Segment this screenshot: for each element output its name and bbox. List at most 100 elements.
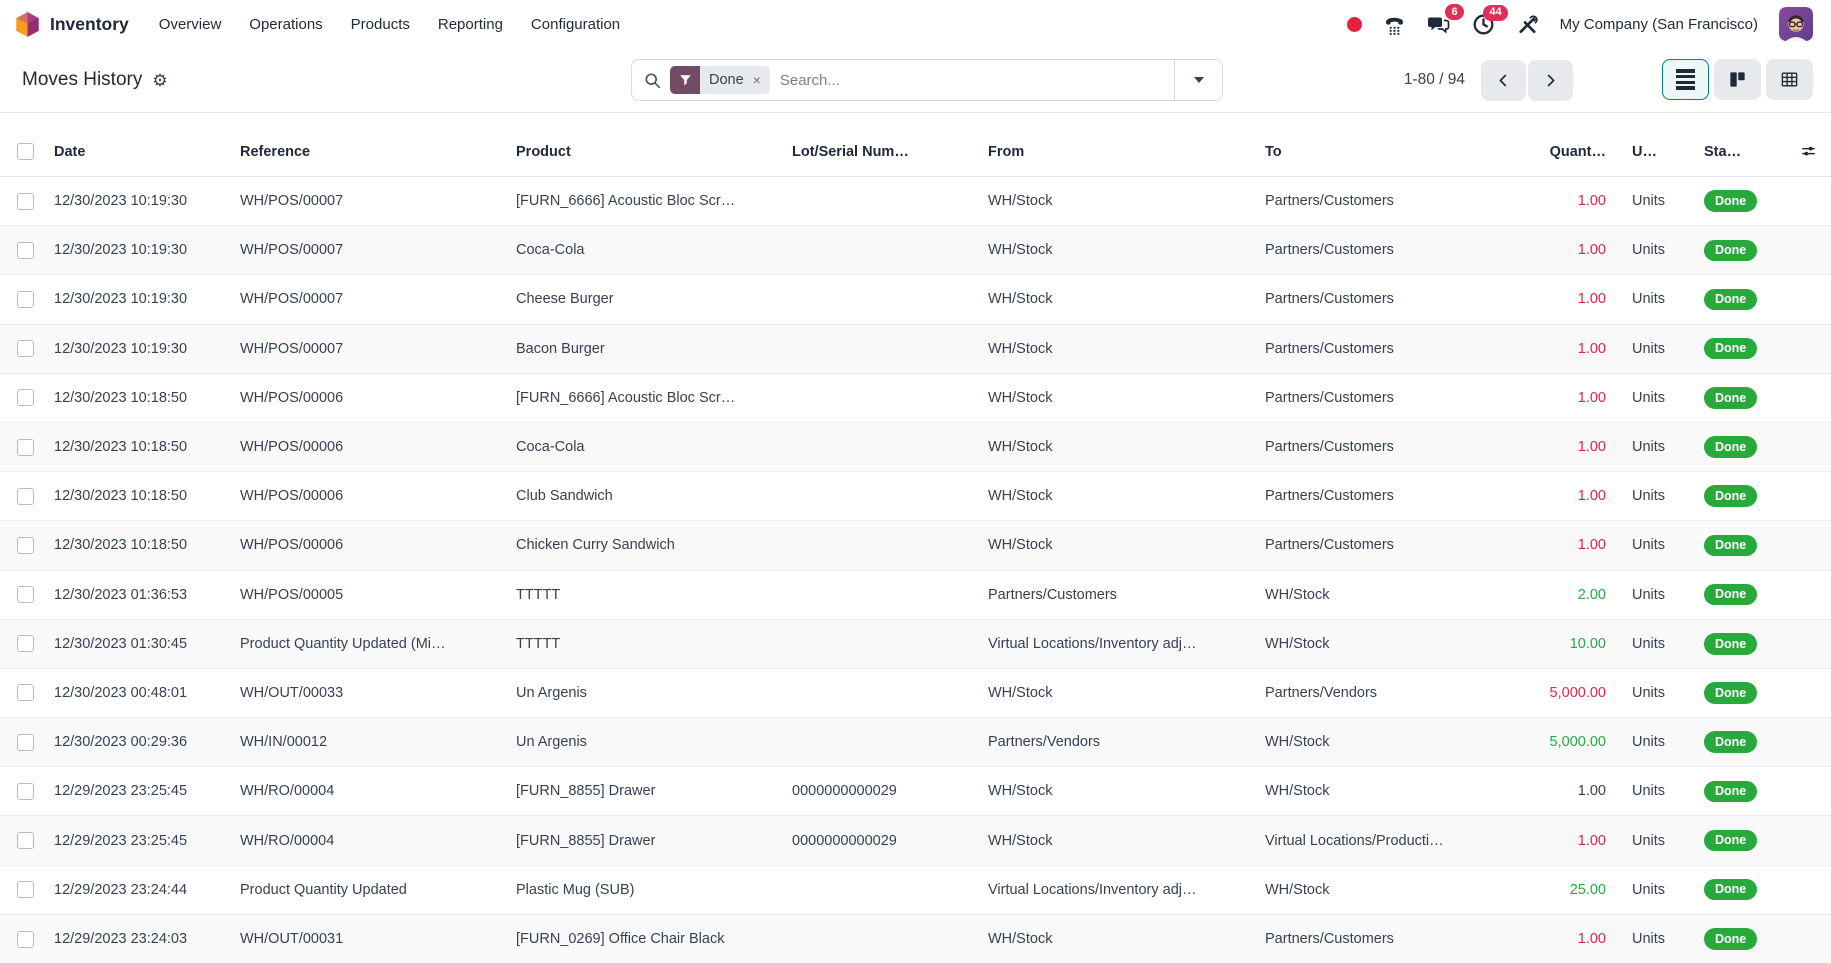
recording-indicator-icon[interactable] <box>1347 17 1362 32</box>
row-checkbox[interactable] <box>17 340 34 357</box>
row-checkbox[interactable] <box>17 931 34 948</box>
row-checkbox[interactable] <box>17 291 34 308</box>
menu-products[interactable]: Products <box>337 16 424 33</box>
row-checkbox[interactable] <box>17 684 34 701</box>
cell-unit: Units <box>1622 767 1694 816</box>
kanban-view-button[interactable] <box>1714 59 1761 100</box>
row-checkbox[interactable] <box>17 832 34 849</box>
phone-icon[interactable] <box>1383 13 1406 36</box>
column-header-lot-serial[interactable]: Lot/Serial Num… <box>782 113 978 177</box>
column-header-status[interactable]: Sta… <box>1694 113 1786 177</box>
search-dropdown-toggle[interactable] <box>1174 60 1222 100</box>
table-row[interactable]: 12/30/2023 10:19:30 WH/POS/00007 [FURN_6… <box>0 177 1831 226</box>
cell-unit: Units <box>1622 521 1694 570</box>
cell-unit: Units <box>1622 914 1694 963</box>
cell-lot-serial <box>782 324 978 373</box>
filter-remove-icon[interactable]: × <box>751 72 770 88</box>
cell-date: 12/30/2023 10:18:50 <box>44 373 230 422</box>
table-row[interactable]: 12/30/2023 10:18:50 WH/POS/00006 Club Sa… <box>0 472 1831 521</box>
menu-reporting[interactable]: Reporting <box>424 16 517 33</box>
pager-next-button[interactable] <box>1528 60 1573 101</box>
control-panel: Moves History ⚙ Done × 1-80 / 94 <box>0 48 1831 112</box>
row-checkbox[interactable] <box>17 635 34 652</box>
table-row[interactable]: 12/30/2023 10:18:50 WH/POS/00006 [FURN_6… <box>0 373 1831 422</box>
cell-lot-serial <box>782 373 978 422</box>
table-row[interactable]: 12/30/2023 10:18:50 WH/POS/00006 Chicken… <box>0 521 1831 570</box>
title-gear-icon[interactable]: ⚙ <box>152 72 167 89</box>
cell-to: Partners/Customers <box>1255 275 1510 324</box>
status-badge: Done <box>1704 338 1757 360</box>
cell-unit: Units <box>1622 816 1694 865</box>
search-bar[interactable]: Done × <box>631 59 1223 101</box>
cell-product: TTTTT <box>506 570 782 619</box>
pager-previous-button[interactable] <box>1481 60 1526 101</box>
column-header-date[interactable]: Date <box>44 113 230 177</box>
table-row[interactable]: 12/30/2023 10:19:30 WH/POS/00007 Bacon B… <box>0 324 1831 373</box>
row-checkbox[interactable] <box>17 881 34 898</box>
row-checkbox[interactable] <box>17 439 34 456</box>
table-row[interactable]: 12/29/2023 23:25:45 WH/RO/00004 [FURN_88… <box>0 816 1831 865</box>
search-input[interactable] <box>770 72 1174 89</box>
cell-product: Plastic Mug (SUB) <box>506 865 782 914</box>
user-avatar[interactable] <box>1779 7 1813 41</box>
table-row[interactable]: 12/29/2023 23:24:44 Product Quantity Upd… <box>0 865 1831 914</box>
column-header-unit[interactable]: U… <box>1622 113 1694 177</box>
cell-from: Virtual Locations/Inventory adj… <box>978 865 1255 914</box>
activities-clock-icon[interactable]: 44 <box>1472 13 1495 36</box>
select-all-checkbox[interactable] <box>17 143 34 160</box>
developer-tools-icon[interactable] <box>1516 13 1539 36</box>
company-switcher[interactable]: My Company (San Francisco) <box>1560 16 1758 33</box>
table-row[interactable]: 12/30/2023 00:48:01 WH/OUT/00033 Un Arge… <box>0 668 1831 717</box>
row-checkbox[interactable] <box>17 488 34 505</box>
cell-lot-serial <box>782 521 978 570</box>
cell-date: 12/30/2023 10:18:50 <box>44 521 230 570</box>
cell-unit: Units <box>1622 570 1694 619</box>
column-header-to[interactable]: To <box>1255 113 1510 177</box>
table-row[interactable]: 12/30/2023 10:19:30 WH/POS/00007 Cheese … <box>0 275 1831 324</box>
cell-quantity: 1.00 <box>1510 914 1622 963</box>
menu-operations[interactable]: Operations <box>235 16 336 33</box>
table-row[interactable]: 12/30/2023 10:18:50 WH/POS/00006 Coca-Co… <box>0 422 1831 471</box>
cell-product: [FURN_6666] Acoustic Bloc Scr… <box>506 177 782 226</box>
table-row[interactable]: 12/29/2023 23:24:03 WH/OUT/00031 [FURN_0… <box>0 914 1831 963</box>
cell-to: Partners/Vendors <box>1255 668 1510 717</box>
row-checkbox[interactable] <box>17 389 34 406</box>
row-checkbox[interactable] <box>17 586 34 603</box>
table-row[interactable]: 12/29/2023 23:25:45 WH/RO/00004 [FURN_88… <box>0 767 1831 816</box>
list-view-button[interactable] <box>1662 59 1709 100</box>
status-badge: Done <box>1704 879 1757 901</box>
cell-quantity: 1.00 <box>1510 422 1622 471</box>
menu-configuration[interactable]: Configuration <box>517 16 634 33</box>
odoo-app-logo-icon[interactable] <box>14 11 41 38</box>
app-name[interactable]: Inventory <box>50 14 129 35</box>
messages-icon[interactable]: 6 <box>1427 12 1451 36</box>
cell-reference: WH/OUT/00033 <box>230 668 506 717</box>
optional-columns-sliders-icon[interactable] <box>1796 143 1821 160</box>
filter-funnel-icon <box>670 66 700 94</box>
row-checkbox[interactable] <box>17 537 34 554</box>
column-header-quantity[interactable]: Quant… <box>1510 113 1622 177</box>
table-row[interactable]: 12/30/2023 00:29:36 WH/IN/00012 Un Argen… <box>0 718 1831 767</box>
menu-overview[interactable]: Overview <box>145 16 236 33</box>
pivot-view-button[interactable] <box>1766 59 1813 100</box>
pager-range: 1-80 / 94 <box>1404 71 1465 89</box>
filter-tag-done[interactable]: Done × <box>670 66 770 94</box>
cell-reference: WH/POS/00007 <box>230 177 506 226</box>
status-badge: Done <box>1704 436 1757 458</box>
table-body: 12/30/2023 10:19:30 WH/POS/00007 [FURN_6… <box>0 177 1831 963</box>
cell-reference: WH/RO/00004 <box>230 767 506 816</box>
row-checkbox[interactable] <box>17 783 34 800</box>
column-header-from[interactable]: From <box>978 113 1255 177</box>
row-checkbox[interactable] <box>17 734 34 751</box>
page-title: Moves History <box>22 69 142 91</box>
table-row[interactable]: 12/30/2023 10:19:30 WH/POS/00007 Coca-Co… <box>0 226 1831 275</box>
column-header-reference[interactable]: Reference <box>230 113 506 177</box>
cell-date: 12/30/2023 10:19:30 <box>44 226 230 275</box>
row-checkbox[interactable] <box>17 193 34 210</box>
row-checkbox[interactable] <box>17 242 34 259</box>
cell-unit: Units <box>1622 177 1694 226</box>
main-menu: Overview Operations Products Reporting C… <box>145 16 634 33</box>
table-row[interactable]: 12/30/2023 01:30:45 Product Quantity Upd… <box>0 619 1831 668</box>
column-header-product[interactable]: Product <box>506 113 782 177</box>
table-row[interactable]: 12/30/2023 01:36:53 WH/POS/00005 TTTTT P… <box>0 570 1831 619</box>
